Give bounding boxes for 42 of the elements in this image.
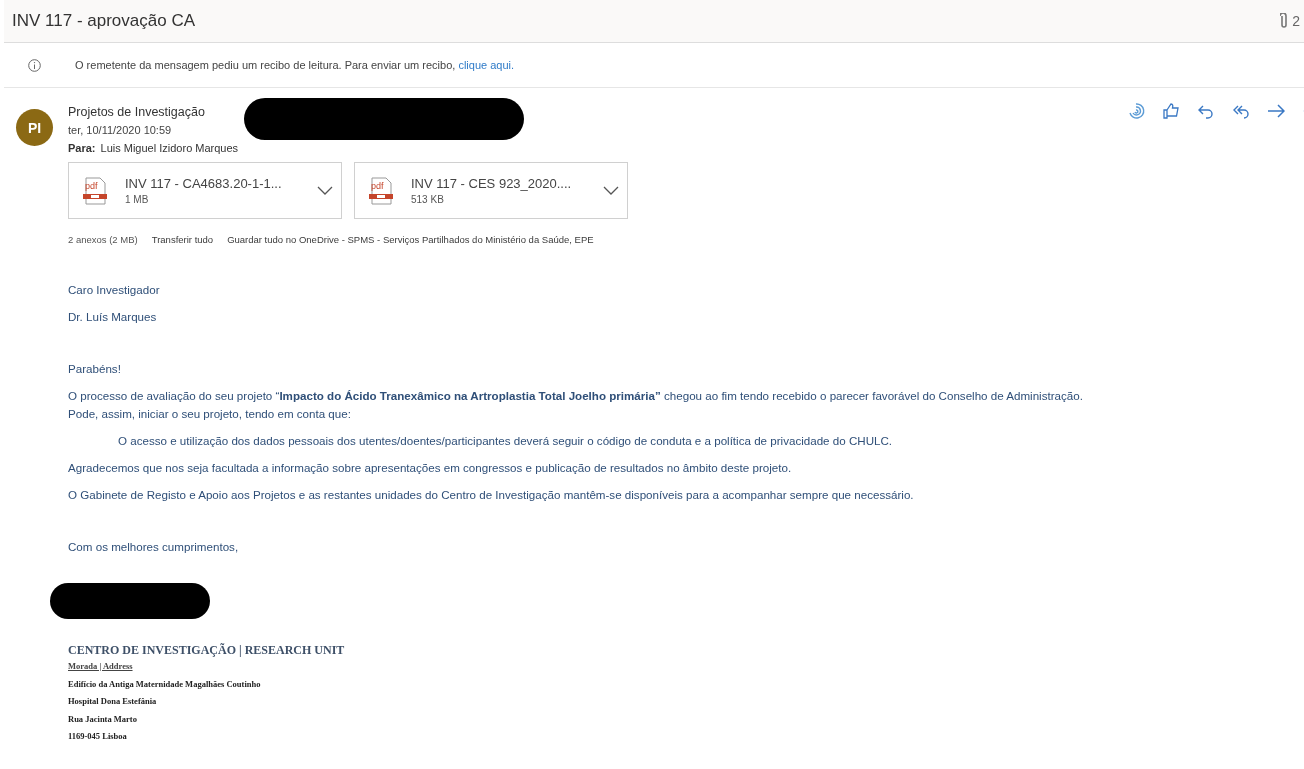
like-icon[interactable] [1162,102,1180,120]
attachment-name: INV 117 - CES 923_2020.... [411,176,573,191]
sender-name[interactable]: Projetos de Investigação [68,104,205,121]
attachment-size: 513 KB [411,194,445,205]
message-text: O processo de avaliação do seu projeto “Impacto do Ácido Tranexâmico na Artroplastia Total Joelho primária” chegou ao fim tendo recebido o parecer favorável do Conselho de Administração. [68,388,1084,404]
read-receipt-notice: O remetente da mensagem pediu um recibo de leitura. Para enviar um recibo, clique aqui. [75,59,515,71]
message-text: Agradecemos que nos seja facultada a informação sobre apresentações em congressos e publicação de resultados no âmbito deste projeto. [68,460,793,476]
address-line: Hospital Dona Estefânia [68,695,158,708]
attachment-card[interactable]: pdf INV 117 - CES 923_2020.... 513 KB [354,162,628,219]
address-line: Edifício da Antiga Maternidade Magalhães Coutinho [68,677,262,691]
attachment-card[interactable]: pdf INV 117 - CA4683.20-1-1... 1 MB [68,162,342,219]
email-subject: INV 117 - aprovação CA [12,11,195,31]
chevron-down-icon[interactable] [603,186,619,195]
address-line: 1169-045 Lisboa [68,730,128,743]
attachment-action-link[interactable]: Guardar tudo no OneDrive - SPMS - Serviços Partilhados do Ministério da Saúde, EPE [227,234,594,245]
message-text: Parabéns! [68,361,122,377]
attachment-action-link[interactable]: Transferir tudo [151,234,214,245]
paperclip-icon [1280,13,1289,29]
attachment-size: 1 MB [125,194,150,205]
message-text: Caro Investigador [68,282,161,298]
sender-avatar[interactable]: PI [16,109,53,146]
recipient-label: Para: [68,141,96,156]
send-receipt-link[interactable]: clique aqui. [458,59,515,71]
chevron-down-icon[interactable] [317,186,333,195]
pdf-file-icon: pdf [83,176,107,205]
forward-icon[interactable] [1267,102,1285,120]
pdf-file-icon: pdf [369,176,393,205]
message-text: O Gabinete de Registo e Apoio aos Projetos e as restantes unidades do Centro de Investigação mantêm-se disponíveis para a acompanhar sempre que necessário. [68,487,915,503]
swirl-icon[interactable] [1127,102,1145,120]
attachment-name: INV 117 - CA4683.20-1-1... [125,176,283,191]
signature-heading: CENTRO DE INVESTIGAÇÃO | RESEARCH UNIT [68,642,346,658]
message-text: O acesso e utilização dos dados pessoais dos utentes/doentes/participantes deverá seguir o código de conduta e a política de privacidade do CHULC. [117,433,894,449]
info-icon [28,58,41,72]
message-text: Pode, assim, iniciar o seu projeto, tendo em conta que: [68,406,352,422]
address-label: Morada | Address [68,660,134,673]
message-text: Com os melhores cumprimentos, [68,539,240,555]
attachment-summary: 2 anexos (2 MB) [68,234,138,245]
address-line: Rua Jacinta Marto [68,712,138,726]
recipient-name[interactable]: Luis Miguel Izidoro Marques [100,139,239,157]
attachment-count[interactable]: 2 [1292,13,1300,29]
sent-date: ter, 10/11/2020 10:59 [68,123,173,138]
message-text: Dr. Luís Marques [68,309,158,325]
